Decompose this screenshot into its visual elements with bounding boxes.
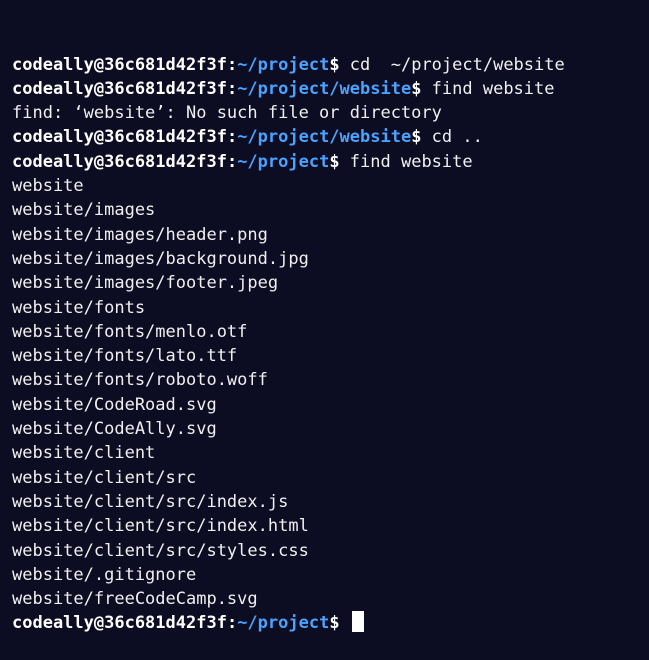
prompt-path: ~/project/website — [237, 127, 412, 148]
output-text: website/fonts/lato.ttf — [12, 346, 238, 367]
prompt-line: codeally@36c681d42f3f:~/project$ find we… — [12, 150, 649, 174]
output-text: website/fonts — [12, 297, 146, 318]
prompt-user-host: codeally@36c681d42f3f — [12, 54, 227, 75]
output-line: website/fonts/lato.ttf — [12, 344, 649, 368]
output-line: website/client/src/styles.css — [12, 539, 649, 563]
terminal-output: codeally@36c681d42f3f:~/project$ cd ~/pr… — [12, 53, 649, 636]
output-line: website/images/footer.jpeg — [12, 271, 649, 295]
command-text: cd .. — [421, 127, 483, 148]
prompt-path: ~/project — [237, 54, 330, 75]
output-line: website/fonts/menlo.otf — [12, 320, 649, 344]
prompt-separator: : — [226, 151, 238, 172]
output-line: website — [12, 174, 649, 198]
output-text: website/freeCodeCamp.svg — [12, 589, 258, 610]
prompt-separator: : — [226, 127, 238, 148]
output-line: website/client — [12, 441, 649, 465]
text-cursor[interactable] — [351, 611, 364, 633]
prompt-line: codeally@36c681d42f3f:~/project$ — [12, 611, 649, 635]
prompt-user-host: codeally@36c681d42f3f — [12, 151, 227, 172]
output-line: website/client/src/index.html — [12, 514, 649, 538]
output-text: find: ‘website’: No such file or directo… — [12, 103, 442, 124]
output-text: website/fonts/menlo.otf — [12, 321, 248, 342]
output-text: website/client/src/styles.css — [12, 540, 309, 561]
output-line: website/images — [12, 198, 649, 222]
prompt-path: ~/project — [237, 613, 330, 634]
output-text: website/fonts/roboto.woff — [12, 370, 268, 391]
prompt-separator: : — [226, 613, 238, 634]
output-line: website/fonts/roboto.woff — [12, 368, 649, 392]
output-line: website/freeCodeCamp.svg — [12, 587, 649, 611]
prompt-user-host: codeally@36c681d42f3f — [12, 127, 227, 148]
command-text: cd ~/project/website — [339, 54, 565, 75]
prompt-line: codeally@36c681d42f3f:~/project/website$… — [12, 125, 649, 149]
prompt-line: codeally@36c681d42f3f:~/project/website$… — [12, 77, 649, 101]
prompt-path: ~/project — [237, 151, 330, 172]
prompt-dollar: $ — [329, 151, 340, 172]
output-line: website/client/src — [12, 466, 649, 490]
output-text: website/images/footer.jpeg — [12, 273, 279, 294]
command-text: find website — [421, 78, 555, 99]
output-line: website/images/background.jpg — [12, 247, 649, 271]
prompt-dollar: $ — [411, 127, 422, 148]
output-line: website/CodeAlly.svg — [12, 417, 649, 441]
output-line: find: ‘website’: No such file or directo… — [12, 101, 649, 125]
terminal-window[interactable]: codeally@36c681d42f3f:~/project$ cd ~/pr… — [0, 0, 649, 633]
output-line: website/images/header.png — [12, 223, 649, 247]
prompt-separator: : — [226, 54, 238, 75]
output-text: website/client/src — [12, 467, 197, 488]
output-text: website/images — [12, 200, 156, 221]
prompt-path: ~/project/website — [237, 78, 412, 99]
output-text: website/client/src/index.js — [12, 491, 289, 512]
output-text: website/client/src/index.html — [12, 516, 309, 537]
output-text: website/images/background.jpg — [12, 248, 309, 269]
prompt-dollar: $ — [329, 613, 340, 634]
output-line: website/client/src/index.js — [12, 490, 649, 514]
output-line: website/fonts — [12, 296, 649, 320]
command-text — [340, 613, 350, 633]
output-text: website — [12, 176, 84, 197]
output-text: website/client — [12, 443, 156, 464]
output-text: website/CodeAlly.svg — [12, 419, 217, 440]
output-text: website/images/header.png — [12, 224, 268, 245]
output-text: website/CodeRoad.svg — [12, 394, 217, 415]
prompt-dollar: $ — [329, 54, 340, 75]
prompt-user-host: codeally@36c681d42f3f — [12, 78, 227, 99]
output-text: website/.gitignore — [12, 564, 197, 585]
prompt-dollar: $ — [411, 78, 422, 99]
output-line: website/.gitignore — [12, 563, 649, 587]
prompt-separator: : — [226, 78, 238, 99]
prompt-line: codeally@36c681d42f3f:~/project$ cd ~/pr… — [12, 53, 649, 77]
prompt-user-host: codeally@36c681d42f3f — [12, 613, 227, 634]
command-text: find website — [339, 151, 473, 172]
output-line: website/CodeRoad.svg — [12, 393, 649, 417]
